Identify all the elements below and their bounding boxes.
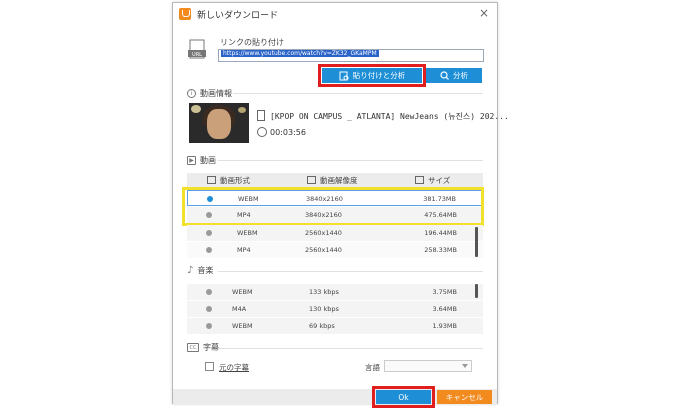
svg-text:URL: URL xyxy=(192,52,202,58)
radio-icon[interactable] xyxy=(206,323,212,329)
radio-icon[interactable] xyxy=(206,247,212,253)
dialog-title: 新しいダウンロード xyxy=(197,11,279,21)
subtitle-section-header: CC 字幕 xyxy=(187,342,219,353)
analyze-label: 分析 xyxy=(453,71,468,80)
audio-scrollbar[interactable] xyxy=(475,284,478,298)
format-cell: WEBM xyxy=(232,288,253,296)
format-cell: M4A xyxy=(232,305,247,313)
bitrate-cell: 130 kbps xyxy=(309,305,339,313)
video-section-title: 動画 xyxy=(200,156,216,165)
resolution-cell: 2560x1440 xyxy=(305,246,342,254)
resolution-icon xyxy=(307,176,316,184)
video-icon: ▶ xyxy=(187,156,196,165)
cancel-button[interactable]: キャンセル xyxy=(437,390,492,404)
clock-icon xyxy=(257,127,267,137)
language-select[interactable] xyxy=(384,360,472,372)
video-info-title: 動画情報 xyxy=(200,89,232,98)
radio-icon[interactable] xyxy=(206,230,212,236)
url-value: https://www.youtube.com/watch?v=ZK32_GKa… xyxy=(221,50,379,57)
format-cell: WEBM xyxy=(232,322,253,330)
bitrate-cell: 133 kbps xyxy=(309,288,339,296)
radio-icon[interactable] xyxy=(206,306,212,312)
app-logo-icon xyxy=(179,8,191,20)
format-cell: MP4 xyxy=(237,246,251,254)
cc-icon: CC xyxy=(187,343,199,352)
table-row[interactable]: MP4 2560x1440 258.33MB xyxy=(187,242,483,258)
format-header: 動画形式 xyxy=(207,175,250,186)
resolution-header-label: 動画解像度 xyxy=(320,175,358,185)
info-icon: i xyxy=(187,89,196,98)
original-subtitle-checkbox[interactable] xyxy=(205,362,214,371)
bitrate-cell: 69 kbps xyxy=(309,322,335,330)
size-cell: 196.44MB xyxy=(424,229,457,237)
divider xyxy=(218,348,483,349)
format-icon xyxy=(207,176,216,184)
divider xyxy=(233,93,483,94)
audio-section-title: 音楽 xyxy=(197,266,214,275)
resolution-cell: 2560x1440 xyxy=(305,229,342,237)
subtitle-options: 元の字幕 言語 xyxy=(189,360,485,375)
table-row[interactable]: WEBM 69 kbps 1.93MB xyxy=(187,318,483,334)
size-header-label: サイズ xyxy=(428,175,451,185)
size-cell: 3.75MB xyxy=(432,288,457,296)
audio-section-header: ♪ 音楽 xyxy=(187,265,213,276)
download-dialog: 新しいダウンロード × URL リンクの貼り付け https://www.you… xyxy=(172,2,509,408)
music-note-icon: ♪ xyxy=(187,265,194,276)
video-section-header: ▶ 動画 xyxy=(187,155,216,166)
table-row[interactable]: WEBM 133 kbps 3.75MB xyxy=(187,284,483,300)
url-input[interactable]: https://www.youtube.com/watch?v=ZK32_GKa… xyxy=(218,49,484,62)
resolution-header: 動画解像度 xyxy=(307,175,358,186)
analyze-button[interactable]: 分析 xyxy=(426,68,482,83)
url-label: リンクの貼り付け xyxy=(220,38,284,47)
radio-icon[interactable] xyxy=(206,289,212,295)
url-link-icon: URL xyxy=(188,39,206,59)
folder-icon xyxy=(415,176,424,184)
original-subtitle-label: 元の字幕 xyxy=(219,363,249,372)
table-row[interactable]: M4A 130 kbps 3.64MB xyxy=(187,301,483,317)
title-bar: 新しいダウンロード × xyxy=(173,3,497,25)
video-duration: 00:03:56 xyxy=(270,128,306,137)
video-info-header: i 動画情報 xyxy=(187,88,232,99)
video-table-header: 動画形式 動画解像度 サイズ xyxy=(187,173,483,187)
subtitle-section-title: 字幕 xyxy=(203,343,219,352)
selection-highlight xyxy=(182,187,484,226)
size-cell: 258.33MB xyxy=(424,246,457,254)
search-icon xyxy=(440,71,449,80)
table-row[interactable]: WEBM 2560x1440 196.44MB xyxy=(187,225,483,241)
document-icon xyxy=(257,110,265,121)
format-header-label: 動画形式 xyxy=(220,175,250,185)
language-label: 言語 xyxy=(365,363,380,372)
size-header: サイズ xyxy=(415,175,450,186)
close-icon[interactable]: × xyxy=(479,6,489,20)
format-cell: WEBM xyxy=(237,229,258,237)
video-thumbnail xyxy=(189,103,249,143)
ok-button-highlight xyxy=(372,386,435,408)
video-scrollbar[interactable] xyxy=(475,227,478,257)
size-cell: 1.93MB xyxy=(432,322,457,330)
size-cell: 3.64MB xyxy=(432,305,457,313)
divider xyxy=(218,160,483,161)
divider xyxy=(218,271,483,272)
paste-button-highlight xyxy=(318,64,426,87)
video-title: [KPOP ON CAMPUS _ ATLANTA] NewJeans (뉴진스… xyxy=(270,112,509,121)
